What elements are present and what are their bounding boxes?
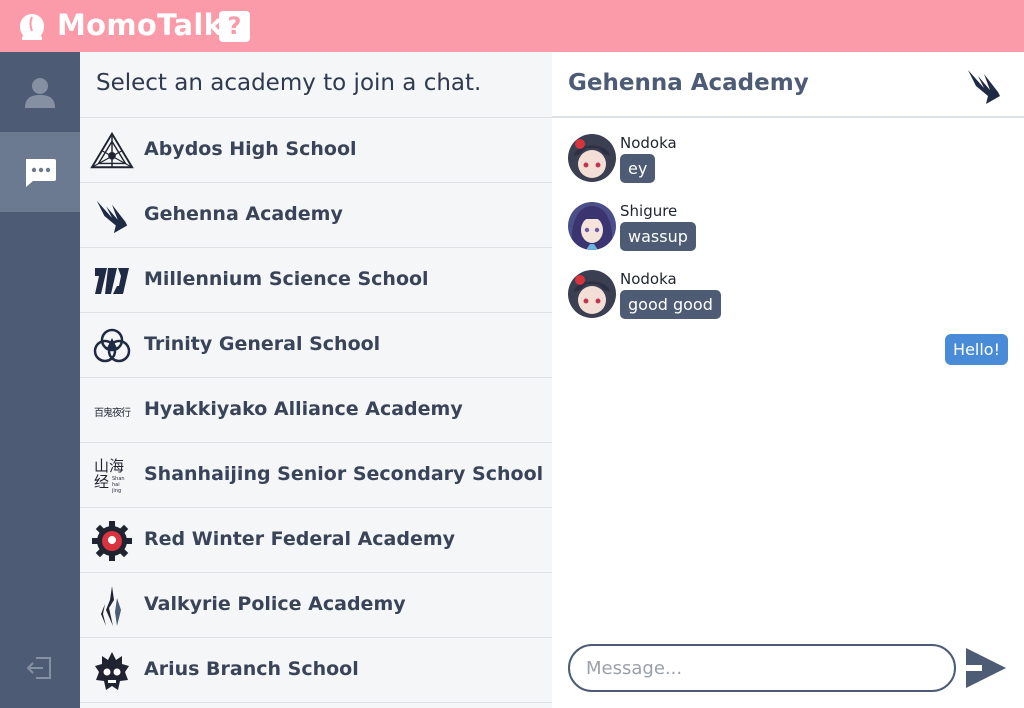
academy-item-millennium[interactable]: Millennium Science School (80, 248, 552, 313)
red-winter-logo-icon (90, 519, 134, 563)
message-bubble: good good (620, 290, 721, 319)
millennium-logo-icon (90, 259, 134, 303)
academy-name: Valkyrie Police Academy (144, 593, 406, 615)
shanhaijing-logo-subtext: Shan hai jing (112, 476, 125, 494)
chat-title: Gehenna Academy (568, 70, 809, 96)
academy-list: Abydos High School Gehenna Academy Mille… (80, 118, 552, 703)
nodoka-avatar[interactable] (568, 134, 616, 182)
own-message-bubble: Hello! (945, 334, 1008, 365)
academy-name: Gehenna Academy (144, 203, 343, 225)
peach-logo-icon (19, 14, 45, 40)
help-button[interactable]: ? (219, 11, 250, 42)
academy-list-header: Select an academy to join a chat. (80, 52, 552, 118)
hyakkiyako-logo-text: 百鬼夜行 (94, 407, 131, 419)
app-header: MomoTalk ? (0, 0, 1024, 52)
academy-name: Trinity General School (144, 333, 381, 355)
message-bubble: ey (620, 154, 656, 183)
sidebar-item-profile[interactable] (0, 52, 80, 132)
academy-item-arius[interactable]: Arius Branch School (80, 638, 552, 703)
gehenna-logo-icon (90, 194, 134, 238)
trinity-logo-icon (90, 324, 134, 368)
message-sender: Shigure (620, 202, 678, 220)
shanhaijing-logo-icon: 山海经 Shan hai jing (90, 454, 134, 498)
academy-name: Hyakkiyako Alliance Academy (144, 398, 463, 420)
user-icon (25, 78, 55, 108)
abydos-logo-icon (90, 129, 134, 173)
sidebar (0, 52, 80, 708)
message-sender: Nodoka (620, 134, 677, 152)
academy-name: Shanhaijing Senior Secondary School (144, 463, 544, 485)
nodoka-avatar[interactable] (568, 270, 616, 318)
academy-item-abydos[interactable]: Abydos High School (80, 118, 552, 183)
hyakkiyako-logo-icon: 百鬼夜行 (90, 389, 134, 433)
academy-name: Millennium Science School (144, 268, 429, 290)
send-arrow-icon[interactable] (964, 646, 1008, 690)
valkyrie-logo-icon (90, 584, 134, 628)
academy-item-hyakkiyako[interactable]: 百鬼夜行 Hyakkiyako Alliance Academy (80, 378, 552, 443)
academy-list-title: Select an academy to join a chat. (96, 70, 482, 96)
academy-list-panel: Select an academy to join a chat. Abydos… (80, 52, 552, 708)
sidebar-item-chats[interactable] (0, 132, 80, 212)
arius-logo-icon (90, 649, 134, 693)
chat-bubble-icon (26, 159, 56, 187)
academy-name: Arius Branch School (144, 658, 359, 680)
message-bubble: wassup (620, 222, 696, 251)
shigure-avatar[interactable] (568, 202, 616, 250)
chat-header: Gehenna Academy (552, 52, 1024, 118)
message-input[interactable] (568, 644, 956, 692)
academy-item-trinity[interactable]: Trinity General School (80, 313, 552, 378)
academy-item-valkyrie[interactable]: Valkyrie Police Academy (80, 573, 552, 638)
academy-item-shanhaijing[interactable]: 山海经 Shan hai jing Shanhaijing Senior Sec… (80, 443, 552, 508)
logout-icon (26, 657, 51, 679)
chat-panel: Gehenna Academy Nodoka ey Shigure wassup… (552, 52, 1024, 708)
gehenna-logo-icon (968, 70, 1000, 104)
academy-name: Red Winter Federal Academy (144, 528, 456, 550)
message-sender: Nodoka (620, 270, 677, 288)
academy-item-gehenna[interactable]: Gehenna Academy (80, 183, 552, 248)
sidebar-item-logout[interactable] (0, 628, 80, 708)
app-title: MomoTalk (57, 8, 224, 42)
academy-item-red-winter[interactable]: Red Winter Federal Academy (80, 508, 552, 573)
academy-name: Abydos High School (144, 138, 357, 160)
